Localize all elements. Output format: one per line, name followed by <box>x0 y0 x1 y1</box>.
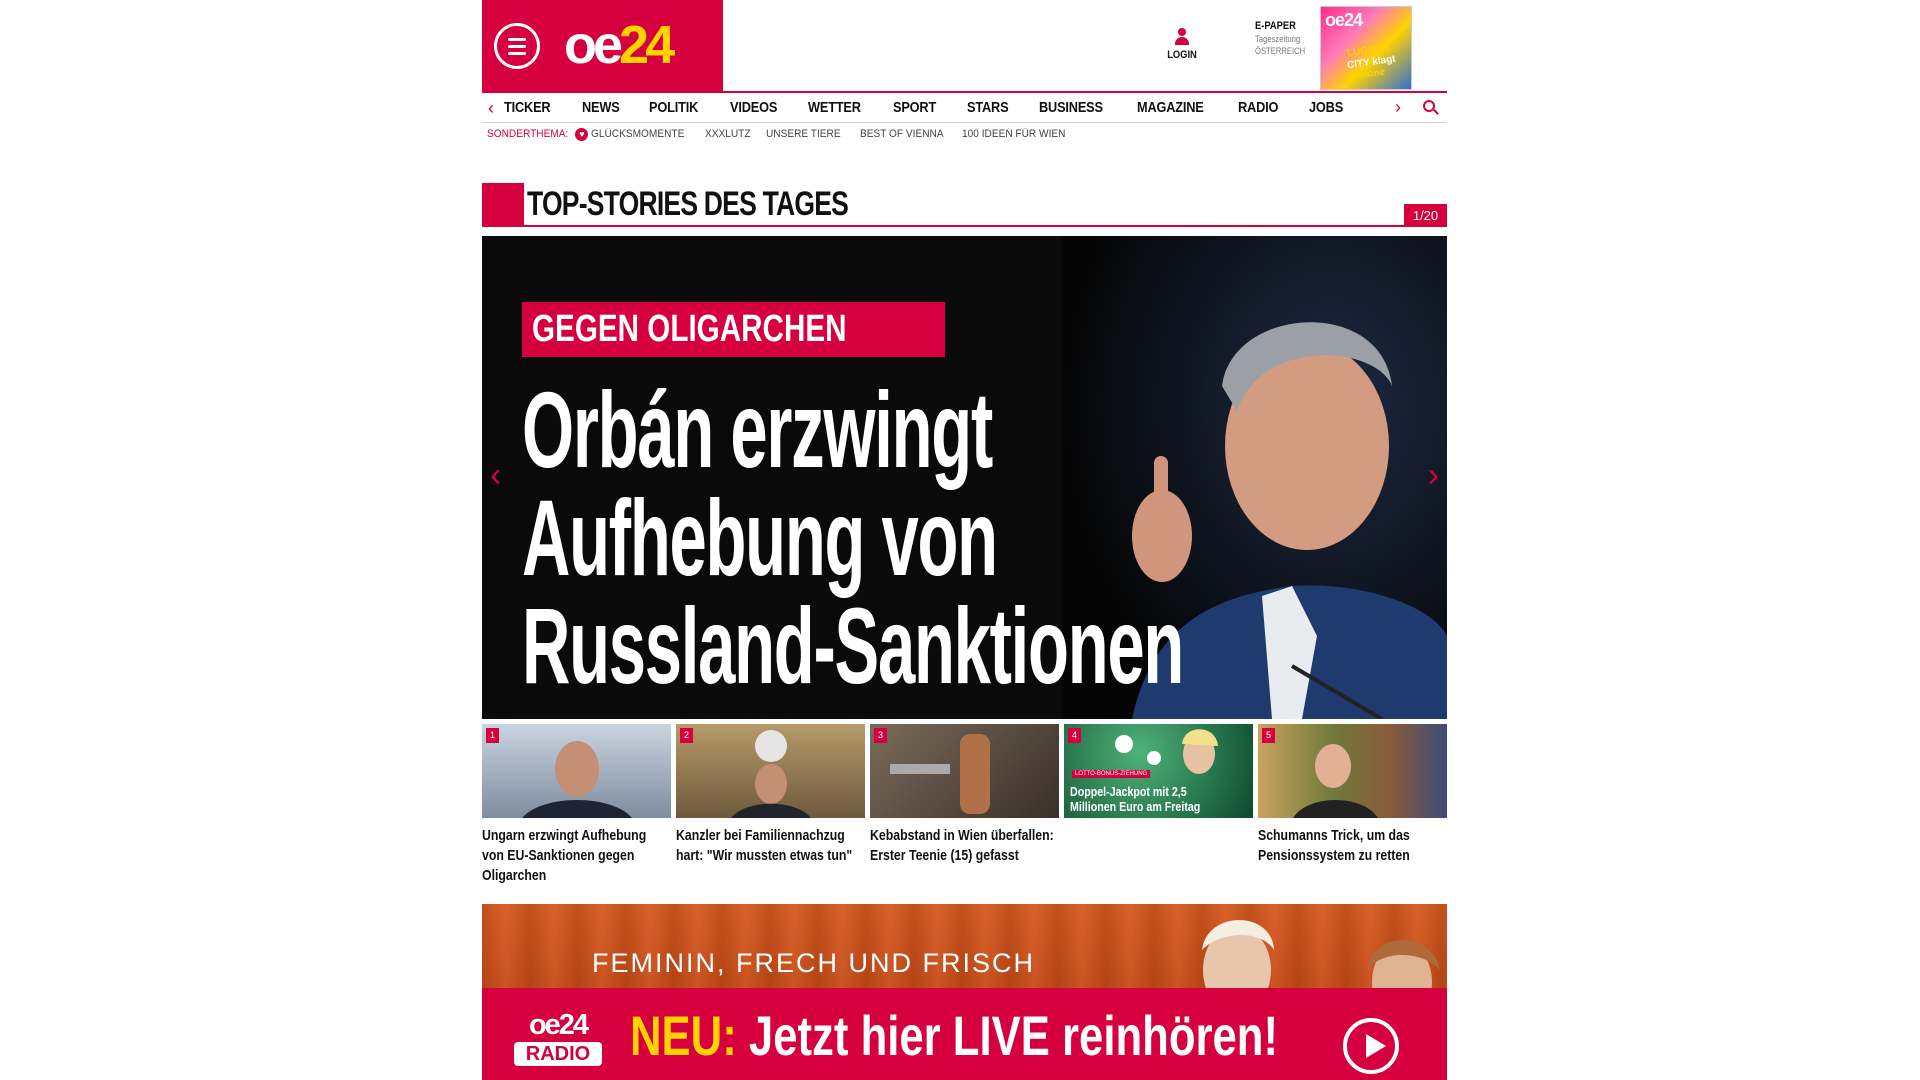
story-teasers: 1 Ungarn erzwingt Aufhebung von EU-Sankt… <box>482 724 1447 884</box>
teaser-card[interactable]: 1 Ungarn erzwingt Aufhebung von EU-Sankt… <box>482 724 671 886</box>
special-topic-best-of-vienna[interactable]: BEST OF VIENNA <box>860 128 944 140</box>
section-title: TOP-STORIES DES TAGES <box>527 185 849 223</box>
teaser-number: 4 <box>1068 728 1081 743</box>
nav-item-business[interactable]: BUSINESS <box>1039 99 1103 116</box>
banner-cta-text[interactable]: NEU: Jetzt hier LIVE reinhören! <box>630 1006 1278 1066</box>
teaser-number: 3 <box>874 728 887 743</box>
nav-item-radio[interactable]: RADIO <box>1238 99 1278 116</box>
hero-kicker-text: GEGEN OLIGARCHEN <box>532 308 847 350</box>
nav-item-news[interactable]: NEWS <box>582 99 620 116</box>
nav-item-wetter[interactable]: WETTER <box>808 99 861 116</box>
radio-logo-bottom: RADIO <box>514 1042 602 1066</box>
nav-item-jobs[interactable]: JOBS <box>1309 99 1343 116</box>
logo-number: 24 <box>619 15 675 75</box>
search-icon[interactable] <box>1423 100 1439 116</box>
hero-headline-line-1: Orbán erzwingt <box>522 369 993 490</box>
nav-item-ticker[interactable]: TICKER <box>504 99 551 116</box>
nav-right-arrow-icon[interactable]: › <box>1389 93 1407 121</box>
teaser-caption[interactable]: Kanzler bei Familiennachzug hart: "Wir m… <box>676 826 865 866</box>
banner-cta-bar[interactable]: oe24 RADIO NEU: Jetzt hier LIVE reinhöre… <box>482 988 1447 1080</box>
teaser-thumbnail[interactable]: 1 <box>482 724 671 818</box>
special-topic-glücksmomente[interactable]: GLÜCKSMOMENTE <box>591 128 684 140</box>
epaper-link[interactable]: E-PAPER Tageszeitung ÖSTERREICH <box>1255 20 1314 56</box>
nav-item-videos[interactable]: VIDEOS <box>730 99 777 116</box>
logo-area: oe24 <box>482 0 723 91</box>
teaser-thumbnail[interactable]: 5 <box>1258 724 1447 818</box>
special-topic-label: SONDERTHEMA: <box>487 128 569 140</box>
epaper-cover-image[interactable]: oe24 LUGNER CITY klagt Simone <box>1320 6 1412 90</box>
teaser-thumbnail[interactable]: 3 <box>870 724 1059 818</box>
nav-item-sport[interactable]: SPORT <box>893 99 936 116</box>
play-icon[interactable] <box>1343 1018 1399 1074</box>
teaser-number: 2 <box>680 728 693 743</box>
special-topic-unsere-tiere[interactable]: UNSERE TIERE <box>766 128 841 140</box>
banner-cta-main: Jetzt hier LIVE reinhören! <box>736 1004 1279 1067</box>
radio-banner-ad[interactable]: FEMININ, FRECH UND FRISCH oe24 RADIO NEU… <box>482 904 1447 1080</box>
site-logo[interactable]: oe24 <box>564 12 675 78</box>
special-topic-100-ideen[interactable]: 100 IDEEN FÜR WIEN <box>962 128 1065 140</box>
site-header: oe24 LOGIN E-PAPER Tageszeitung ÖSTERREI… <box>482 0 1447 91</box>
section-divider <box>524 225 1447 227</box>
special-topics-bar: SONDERTHEMA: ♥ GLÜCKSMOMENTE XXXLUTZ UNS… <box>482 123 1447 145</box>
login-label: LOGIN <box>1167 49 1197 61</box>
nav-left-arrow-icon[interactable]: ‹ <box>482 94 500 122</box>
hero-story[interactable]: GEGEN OLIGARCHEN Orbán erzwingt Aufhebun… <box>482 236 1447 719</box>
banner-photo <box>1202 920 1440 994</box>
slide-counter: 1/20 <box>1404 204 1447 227</box>
hero-headline-line-3: Russland-Sanktionen <box>522 585 1184 706</box>
epaper-subtitle-1: Tageszeitung <box>1255 34 1301 44</box>
main-nav: ‹ TICKER NEWS POLITIK VIDEOS WETTER SPOR… <box>482 91 1447 123</box>
nav-item-magazine[interactable]: MAGAZINE <box>1137 99 1204 116</box>
nav-item-stars[interactable]: STARS <box>967 99 1009 116</box>
hamburger-menu-button[interactable] <box>494 23 540 69</box>
teaser-card[interactable]: 3 Kebabstand in Wien überfallen: Erster … <box>870 724 1059 866</box>
teaser-thumb-overlay: Doppel-Jackpot mit 2,5 Millionen Euro am… <box>1070 784 1201 814</box>
teaser-photo-2 <box>731 730 811 818</box>
hero-headline-line-2: Aufhebung von <box>522 477 998 598</box>
teaser-card[interactable]: 5 Schumanns Trick, um das Pensionssystem… <box>1258 724 1447 866</box>
teaser-card[interactable]: 2 Kanzler bei Familiennachzug hart: "Wir… <box>676 724 865 866</box>
teaser-caption[interactable]: Kebabstand in Wien überfallen: Erster Te… <box>870 826 1059 866</box>
nav-items: TICKER NEWS POLITIK VIDEOS WETTER SPORT … <box>500 99 1447 116</box>
section-marker <box>482 183 524 227</box>
teaser-thumbnail[interactable]: 4 LOTTO-BONUS-ZIEHUNG Doppel-Jackpot mit… <box>1064 724 1253 818</box>
radio-logo-top: oe24 <box>528 1009 589 1041</box>
special-topic-xxxlutz[interactable]: XXXLUTZ <box>705 128 751 140</box>
logo-main: oe <box>564 15 623 75</box>
carousel-prev-icon[interactable]: ‹ <box>490 456 501 495</box>
teaser-number: 5 <box>1262 728 1275 743</box>
epaper-cover-logo: oe24 <box>1325 10 1363 30</box>
hero-headline[interactable]: Orbán erzwingt Aufhebung von Russland-Sa… <box>522 376 1447 700</box>
banner-cta-neu: NEU: <box>630 1004 737 1067</box>
epaper-title: E-PAPER <box>1255 20 1296 32</box>
teaser-thumbnail[interactable]: 2 <box>676 724 865 818</box>
teaser-thumb-tag: LOTTO-BONUS-ZIEHUNG <box>1072 770 1151 778</box>
teaser-number: 1 <box>486 728 499 743</box>
teaser-caption[interactable]: Schumanns Trick, um das Pensionssystem z… <box>1258 826 1447 866</box>
login-button[interactable]: LOGIN <box>1162 28 1202 61</box>
epaper-subtitle-2: ÖSTERREICH <box>1255 46 1306 56</box>
nav-item-politik[interactable]: POLITIK <box>649 99 698 116</box>
teaser-photo-5 <box>1293 744 1378 818</box>
hero-kicker[interactable]: GEGEN OLIGARCHEN <box>522 302 946 357</box>
teaser-caption[interactable]: Ungarn erzwingt Aufhebung von EU-Sanktio… <box>482 826 671 886</box>
carousel-next-icon[interactable]: › <box>1428 456 1439 495</box>
teaser-photo-3 <box>890 734 990 814</box>
heart-icon: ♥ <box>575 127 589 141</box>
teaser-card[interactable]: 4 LOTTO-BONUS-ZIEHUNG Doppel-Jackpot mit… <box>1064 724 1253 826</box>
user-icon <box>1174 28 1190 46</box>
top-stories-header: TOP-STORIES DES TAGES 1/20 <box>482 183 1447 227</box>
teaser-photo-1 <box>522 741 632 818</box>
page-wrapper: oe24 LOGIN E-PAPER Tageszeitung ÖSTERREI… <box>482 0 1447 1080</box>
radio-logo: oe24 RADIO <box>510 1010 606 1070</box>
banner-tagline: FEMININ, FRECH UND FRISCH <box>592 948 1035 978</box>
